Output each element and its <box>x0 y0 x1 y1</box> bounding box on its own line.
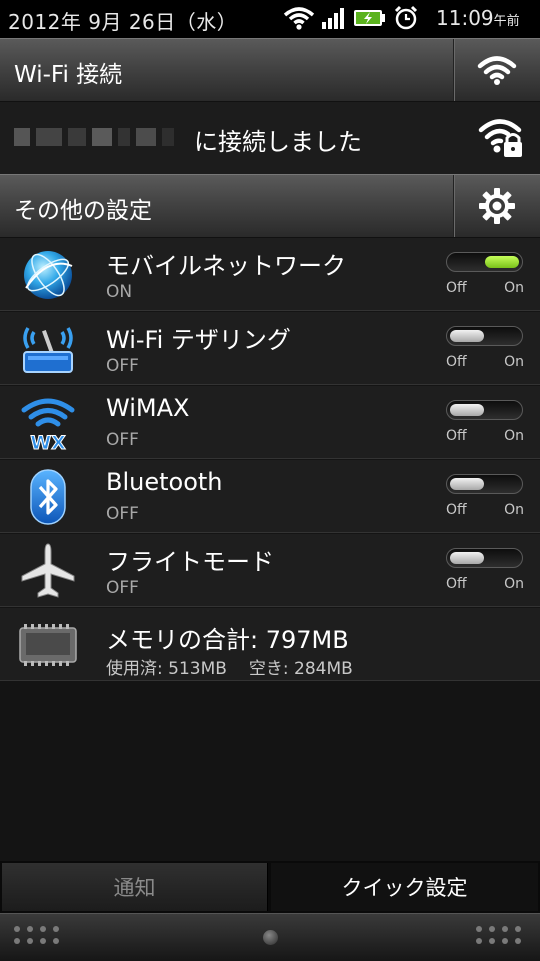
row-memory[interactable]: メモリの合計: 797MB 使用済: 513MB 空き: 284MB <box>0 608 540 681</box>
handle-knob <box>263 930 278 945</box>
panel-tabs: 通知 クイック設定 <box>0 861 540 913</box>
toggle-knob <box>485 256 519 268</box>
tab-quick-settings[interactable]: クイック設定 <box>271 863 538 911</box>
wimax-toggle[interactable] <box>446 400 523 420</box>
flight-mode-toggle[interactable] <box>446 548 523 568</box>
row-state: ON <box>106 282 133 302</box>
wifi-settings-button[interactable] <box>453 39 540 101</box>
tab-notifications[interactable]: 通知 <box>2 863 268 911</box>
toggle-off-label: Off <box>446 502 467 518</box>
wifi-connected-message: に接続しました <box>194 128 362 156</box>
wifi-header: Wi-Fi 接続 <box>0 38 540 102</box>
row-title: Wi-Fi テザリング <box>106 326 291 354</box>
status-icons <box>283 5 419 31</box>
grip-dots-right <box>476 926 522 944</box>
row-state: OFF <box>106 504 139 524</box>
wifi-lock-icon <box>478 119 522 157</box>
toggle-knob <box>450 330 484 342</box>
row-state: OFF <box>106 430 139 450</box>
memory-used: 使用済: 513MB <box>106 659 227 679</box>
toggle-knob <box>450 404 484 416</box>
toggle-off-label: Off <box>446 576 467 592</box>
wifi-secured-button[interactable] <box>478 116 524 164</box>
alarm-clock-icon <box>394 5 418 30</box>
toggle-on-label: On <box>504 354 524 370</box>
wifi-header-label: Wi-Fi 接続 <box>14 62 123 88</box>
status-ampm: 午前 <box>493 14 520 29</box>
other-settings-label: その他の設定 <box>14 198 152 224</box>
mobile-network-toggle[interactable] <box>446 252 523 272</box>
memory-free: 空き: 284MB <box>248 659 353 679</box>
row-wifi-tethering[interactable]: Wi-Fi テザリング OFF Off On <box>0 312 540 385</box>
toggle-on-label: On <box>504 502 524 518</box>
row-bluetooth[interactable]: Bluetooth OFF Off On <box>0 460 540 533</box>
status-date: 2012年 9月 26日（水） <box>8 10 238 34</box>
toggle-on-label: On <box>504 280 524 296</box>
tethering-router-icon <box>23 327 73 373</box>
row-wimax[interactable]: WX WiMAX OFF Off On <box>0 386 540 459</box>
toggle-knob <box>450 552 484 564</box>
toggle-off-label: Off <box>446 280 467 296</box>
settings-button[interactable] <box>453 175 540 237</box>
bluetooth-icon <box>30 469 66 525</box>
toggle-off-label: Off <box>446 428 467 444</box>
memory-chip-icon <box>19 624 77 666</box>
other-settings-header: その他の設定 <box>0 174 540 238</box>
row-mobile-network[interactable]: モバイルネットワーク ON Off On <box>0 238 540 311</box>
wifi-icon <box>477 56 517 85</box>
gear-icon <box>479 188 515 224</box>
globe-icon <box>24 251 73 299</box>
memory-total: メモリの合計: 797MB <box>106 626 349 654</box>
row-flight-mode[interactable]: フライトモード OFF Off On <box>0 534 540 607</box>
row-state: OFF <box>106 578 139 598</box>
svg-text:WX: WX <box>30 432 66 452</box>
bluetooth-toggle[interactable] <box>446 474 523 494</box>
toggle-on-label: On <box>504 428 524 444</box>
status-bar: 2012年 9月 26日（水） 11:09午前 <box>0 0 540 38</box>
cell-signal-icon <box>322 8 344 29</box>
row-title: モバイルネットワーク <box>106 252 346 280</box>
row-title: フライトモード <box>106 548 274 576</box>
airplane-icon <box>21 543 75 598</box>
toggle-off-label: Off <box>446 354 467 370</box>
toggle-on-label: On <box>504 576 524 592</box>
row-title: Bluetooth <box>106 468 223 496</box>
toggle-knob <box>450 478 484 490</box>
wifi-connection-row[interactable]: に接続しました <box>0 102 540 175</box>
grip-dots-left <box>14 926 60 944</box>
ssid-redacted <box>14 128 174 146</box>
wimax-icon: WX <box>21 398 75 452</box>
battery-charging-icon <box>354 10 385 26</box>
row-title: WiMAX <box>106 394 190 422</box>
panel-drag-handle[interactable] <box>0 913 540 961</box>
wifi-signal-icon <box>283 7 315 30</box>
memory-usage: 使用済: 513MB 空き: 284MB <box>106 654 353 679</box>
wifi-tethering-toggle[interactable] <box>446 326 523 346</box>
status-time: 11:09午前 <box>436 6 520 30</box>
row-state: OFF <box>106 356 139 376</box>
